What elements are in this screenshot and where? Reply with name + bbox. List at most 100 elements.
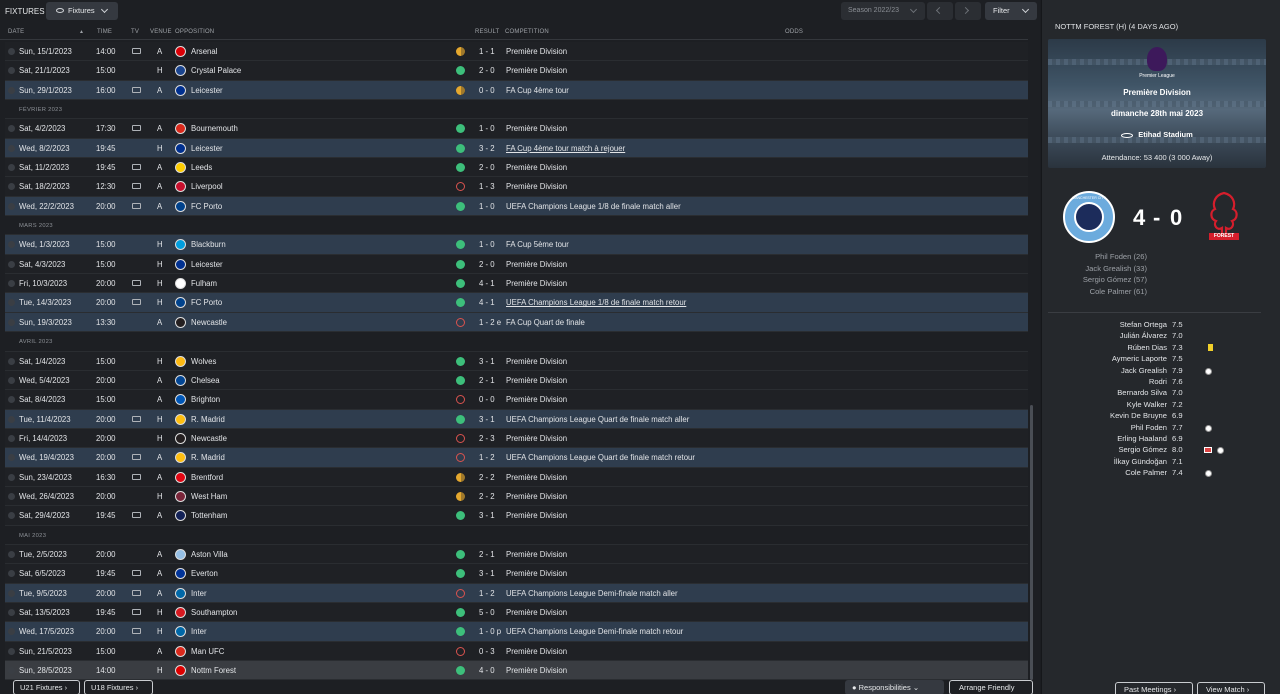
opposition-name[interactable]: Liverpool bbox=[191, 182, 223, 191]
competition-name[interactable]: Première Division bbox=[506, 260, 567, 269]
select-dot-icon[interactable] bbox=[8, 570, 15, 578]
competition-name[interactable]: FA Cup Quart de finale bbox=[506, 318, 585, 327]
opposition-name[interactable]: Brighton bbox=[191, 395, 220, 404]
opposition-name[interactable]: Southampton bbox=[191, 608, 237, 617]
table-row[interactable]: Sat, 1/4/2023 15:00 H Wolves 3 - 1 Première D… bbox=[5, 351, 1028, 371]
result-score[interactable]: 2 - 1 bbox=[479, 376, 495, 385]
competition-name[interactable]: UEFA Champions League Quart de finale ma… bbox=[506, 453, 695, 462]
result-score[interactable]: 5 - 0 bbox=[479, 608, 495, 617]
col-date[interactable]: DATE bbox=[8, 29, 24, 35]
player-row[interactable]: Aymeric Laporte 7.5 bbox=[1042, 354, 1262, 365]
select-dot-icon[interactable] bbox=[8, 415, 15, 423]
nottm-forest-badge[interactable]: FOREST bbox=[1207, 191, 1241, 243]
player-row[interactable]: Erling Haaland 6.9 bbox=[1042, 434, 1262, 445]
table-row[interactable]: Sat, 4/3/2023 15:00 H Leicester 2 - 0 Premièr… bbox=[5, 254, 1028, 275]
season-dropdown[interactable]: Season 2022/23 bbox=[841, 2, 925, 20]
select-dot-icon[interactable] bbox=[8, 667, 15, 674]
prev-button[interactable] bbox=[927, 2, 953, 20]
select-dot-icon[interactable] bbox=[8, 434, 15, 442]
table-row[interactable]: Wed, 1/3/2023 15:00 H Blackburn 1 - 0 FA Cup … bbox=[5, 235, 1028, 255]
competition-name[interactable]: Première Division bbox=[506, 434, 567, 443]
select-dot-icon[interactable] bbox=[8, 183, 15, 191]
player-row[interactable]: Rúben Dias 7.3 bbox=[1042, 343, 1262, 354]
select-dot-icon[interactable] bbox=[8, 48, 15, 55]
competition-name[interactable]: Première Division bbox=[506, 511, 567, 520]
result-score[interactable]: 1 - 2 bbox=[479, 453, 495, 462]
result-score[interactable]: 0 - 0 bbox=[479, 395, 495, 404]
player-row[interactable]: Stefan Ortega 7.5 bbox=[1042, 320, 1262, 331]
table-row[interactable]: Sat, 21/1/2023 15:00 H Crystal Palace 2 - 0 P… bbox=[5, 61, 1028, 81]
opposition-name[interactable]: Leicester bbox=[191, 260, 223, 269]
table-row[interactable]: Wed, 8/2/2023 19:45 H Leicester 3 - 2 FA Cup … bbox=[5, 138, 1028, 159]
select-dot-icon[interactable] bbox=[8, 512, 15, 520]
result-score[interactable]: 2 - 0 bbox=[479, 163, 495, 172]
select-dot-icon[interactable] bbox=[8, 396, 15, 404]
player-row[interactable]: Cole Palmer 7.4 bbox=[1042, 468, 1262, 479]
opposition-name[interactable]: R. Madrid bbox=[191, 415, 225, 424]
competition-name[interactable]: Première Division bbox=[506, 395, 567, 404]
u21-fixtures-button[interactable]: U21 Fixtures › bbox=[13, 680, 80, 694]
table-row[interactable]: Sun, 19/3/2023 13:30 A Newcastle 1 - 2 e FA C… bbox=[5, 312, 1028, 333]
table-row[interactable]: Fri, 14/4/2023 20:00 H Newcastle 2 - 3 Premiè… bbox=[5, 428, 1028, 449]
result-score[interactable]: 1 - 1 bbox=[479, 47, 495, 56]
select-dot-icon[interactable] bbox=[8, 202, 15, 210]
past-meetings-button[interactable]: Past Meetings › bbox=[1115, 682, 1193, 694]
result-score[interactable]: 3 - 1 bbox=[479, 415, 495, 424]
table-row[interactable]: Sun, 15/1/2023 14:00 A Arsenal 1 - 1 Première… bbox=[5, 42, 1028, 62]
opposition-name[interactable]: Chelsea bbox=[191, 376, 220, 385]
table-row[interactable]: Wed, 19/4/2023 20:00 A R. Madrid 1 - 2 UEFA C… bbox=[5, 448, 1028, 468]
result-score[interactable]: 4 - 0 bbox=[479, 666, 495, 675]
result-score[interactable]: 3 - 1 bbox=[479, 511, 495, 520]
competition-name[interactable]: Première Division bbox=[506, 357, 567, 366]
col-tv[interactable]: TV bbox=[131, 29, 139, 35]
table-row[interactable]: Sun, 29/1/2023 16:00 A Leicester 0 - 0 FA Cup… bbox=[5, 80, 1028, 101]
select-dot-icon[interactable] bbox=[8, 125, 15, 133]
select-dot-icon[interactable] bbox=[8, 67, 15, 75]
result-score[interactable]: 0 - 0 bbox=[479, 86, 495, 95]
competition-name[interactable]: Première Division bbox=[506, 376, 567, 385]
competition-name[interactable]: UEFA Champions League 1/8 de finale matc… bbox=[506, 298, 686, 307]
table-row[interactable]: Sat, 13/5/2023 19:45 H Southampton 5 - 0 Prem… bbox=[5, 602, 1028, 623]
select-dot-icon[interactable] bbox=[8, 164, 15, 172]
table-row[interactable]: Tue, 11/4/2023 20:00 H R. Madrid 3 - 1 UEFA C… bbox=[5, 409, 1028, 429]
scrollbar[interactable] bbox=[1030, 405, 1033, 680]
select-dot-icon[interactable] bbox=[8, 376, 15, 384]
table-row[interactable]: Tue, 14/3/2023 20:00 H FC Porto 4 - 1 UEFA Ch… bbox=[5, 293, 1028, 313]
player-row[interactable]: Kyle Walker 7.2 bbox=[1042, 400, 1262, 411]
result-score[interactable]: 1 - 0 p bbox=[479, 627, 501, 636]
result-score[interactable]: 2 - 2 bbox=[479, 492, 495, 501]
result-score[interactable]: 1 - 0 bbox=[479, 124, 495, 133]
table-row[interactable]: Wed, 17/5/2023 20:00 H Inter 1 - 0 p UEFA Cha… bbox=[5, 622, 1028, 642]
competition-name[interactable]: FA Cup 5ème tour bbox=[506, 240, 569, 249]
player-row[interactable]: Kevin De Bruyne 6.9 bbox=[1042, 411, 1262, 422]
competition-name[interactable]: Première Division bbox=[506, 666, 567, 675]
opposition-name[interactable]: Fulham bbox=[191, 279, 217, 288]
opposition-name[interactable]: Everton bbox=[191, 569, 218, 578]
competition-name[interactable]: UEFA Champions League Demi-finale match … bbox=[506, 627, 683, 636]
result-score[interactable]: 1 - 2 bbox=[479, 589, 495, 598]
table-row[interactable]: Tue, 2/5/2023 20:00 A Aston Villa 2 - 1 Premi… bbox=[5, 544, 1028, 565]
competition-name[interactable]: Première Division bbox=[506, 47, 567, 56]
competition-name[interactable]: Première Division bbox=[506, 279, 567, 288]
competition-name[interactable]: UEFA Champions League Quart de finale ma… bbox=[506, 415, 689, 424]
table-row[interactable]: Sat, 6/5/2023 19:45 A Everton 3 - 1 Première … bbox=[5, 564, 1028, 584]
opposition-name[interactable]: R. Madrid bbox=[191, 453, 225, 462]
col-odds[interactable]: ODDS bbox=[785, 29, 803, 35]
select-dot-icon[interactable] bbox=[8, 608, 15, 616]
competition-name[interactable]: Première Division bbox=[506, 647, 567, 656]
opposition-name[interactable]: Aston Villa bbox=[191, 550, 228, 559]
result-score[interactable]: 3 - 1 bbox=[479, 357, 495, 366]
competition-name[interactable]: UEFA Champions League Demi-finale match … bbox=[506, 589, 678, 598]
table-row[interactable]: Wed, 22/2/2023 20:00 A FC Porto 1 - 0 UEFA Ch… bbox=[5, 196, 1028, 217]
opposition-name[interactable]: Newcastle bbox=[191, 434, 227, 443]
result-score[interactable]: 1 - 0 bbox=[479, 202, 495, 211]
opposition-name[interactable]: Tottenham bbox=[191, 511, 227, 520]
table-row[interactable]: Sat, 18/2/2023 12:30 A Liverpool 1 - 3 Premiè… bbox=[5, 177, 1028, 197]
result-score[interactable]: 4 - 1 bbox=[479, 279, 495, 288]
select-dot-icon[interactable] bbox=[8, 299, 15, 307]
select-dot-icon[interactable] bbox=[8, 280, 15, 288]
result-score[interactable]: 2 - 0 bbox=[479, 66, 495, 75]
opposition-name[interactable]: Wolves bbox=[191, 357, 216, 366]
competition-name[interactable]: FA Cup 4ème tour bbox=[506, 86, 569, 95]
result-score[interactable]: 2 - 1 bbox=[479, 550, 495, 559]
